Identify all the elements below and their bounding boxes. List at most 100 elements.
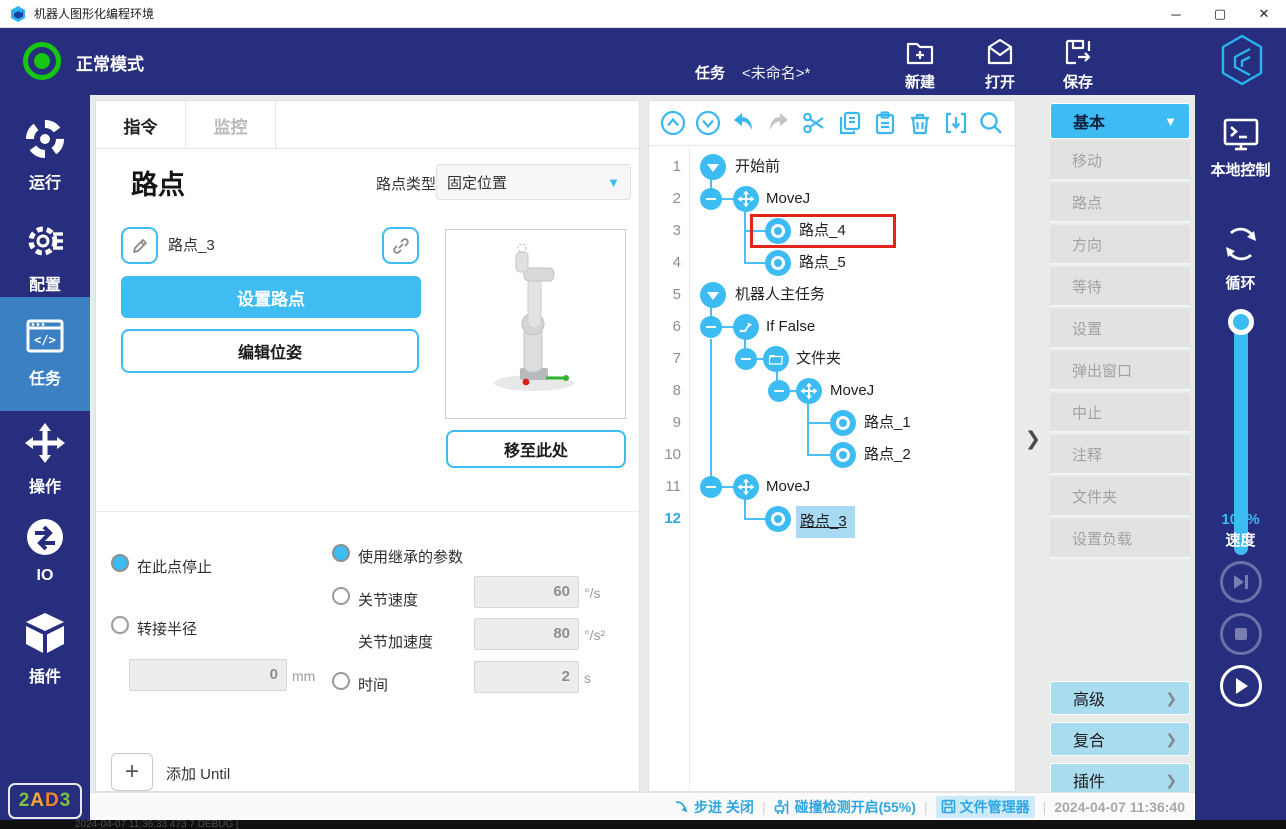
waypoint-type-select[interactable]: 固定位置 ▼ bbox=[436, 164, 631, 200]
tree-row[interactable]: 5 机器人主任务 bbox=[649, 279, 1015, 311]
add-until-button[interactable]: + bbox=[111, 753, 153, 791]
desktop-strip: 2024-04-07 11:36:33 473 7 DEBUG [ bbox=[0, 820, 1286, 829]
tab-instruction[interactable]: 指令 bbox=[96, 101, 186, 149]
step-mode-status[interactable]: 步进 关闭 bbox=[674, 797, 754, 817]
sidebar-item-operate[interactable]: 操作 bbox=[0, 413, 90, 505]
palette-item-abort[interactable]: 中止 bbox=[1050, 393, 1190, 433]
if-icon bbox=[733, 314, 759, 340]
file-manager-button[interactable]: 文件管理器 bbox=[935, 795, 1035, 818]
set-waypoint-button[interactable]: 设置路点 bbox=[121, 276, 421, 318]
sidebar-item-io[interactable]: IO bbox=[0, 507, 90, 593]
sidebar-item-config[interactable]: 配置 bbox=[0, 211, 90, 303]
stop-icon bbox=[1235, 628, 1247, 640]
stop-button[interactable] bbox=[1220, 613, 1262, 655]
time-input[interactable]: 2 bbox=[474, 661, 579, 693]
edit-pose-button[interactable]: 编辑位姿 bbox=[121, 329, 419, 373]
expand-chevron-icon[interactable]: ❯ bbox=[1025, 428, 1041, 451]
robot-arm-image bbox=[494, 243, 574, 391]
sidebar-item-run[interactable]: 运行 bbox=[0, 109, 90, 201]
collapse-icon[interactable] bbox=[700, 282, 726, 308]
tree-row[interactable]: 9 路点_1 bbox=[649, 407, 1015, 439]
palette-item-popup[interactable]: 弹出窗口 bbox=[1050, 351, 1190, 391]
palette-item-wait[interactable]: 等待 bbox=[1050, 267, 1190, 307]
sidebar-item-task[interactable]: </> 任务 bbox=[0, 297, 90, 411]
copy-icon[interactable] bbox=[836, 109, 864, 137]
collapse-icon[interactable] bbox=[700, 154, 726, 180]
tree-row[interactable]: 2 MoveJ bbox=[649, 183, 1015, 215]
tree-row[interactable]: 1 开始前 bbox=[649, 151, 1015, 183]
tree-row[interactable]: 6 If False bbox=[649, 311, 1015, 343]
insert-icon[interactable] bbox=[942, 109, 970, 137]
save-icon bbox=[1065, 39, 1091, 65]
loop-button[interactable]: 循环 bbox=[1195, 222, 1286, 293]
cube-icon bbox=[26, 613, 64, 653]
cut-icon[interactable] bbox=[800, 109, 828, 137]
tab-monitor[interactable]: 监控 bbox=[186, 101, 276, 149]
collapse-minus-icon[interactable] bbox=[700, 316, 722, 338]
redo-icon[interactable] bbox=[765, 109, 793, 137]
local-control-button[interactable]: 本地控制 bbox=[1195, 117, 1286, 180]
sidebar-item-plugin[interactable]: 插件 bbox=[0, 603, 90, 695]
left-sidebar: 运行 配置 </> 任务 操作 IO 插件 2 A D 3 bbox=[0, 95, 90, 820]
play-button[interactable] bbox=[1220, 665, 1262, 707]
undo-icon[interactable] bbox=[729, 109, 757, 137]
move-up-icon[interactable] bbox=[659, 109, 687, 137]
tree-row[interactable]: 11 MoveJ bbox=[649, 471, 1015, 503]
palette-group-composite[interactable]: 复合 ❯ bbox=[1050, 722, 1190, 756]
delete-icon[interactable] bbox=[906, 109, 934, 137]
save-task-button[interactable]: 保存 bbox=[1046, 35, 1110, 92]
robot-status-icon[interactable] bbox=[23, 42, 61, 80]
joint-speed-radio[interactable] bbox=[332, 587, 350, 605]
search-icon[interactable] bbox=[977, 109, 1005, 137]
speed-slider-handle[interactable] bbox=[1228, 309, 1254, 335]
collapse-minus-icon[interactable] bbox=[735, 348, 757, 370]
palette-item-payload[interactable]: 设置负载 bbox=[1050, 519, 1190, 559]
tree-row-selected[interactable]: 12 路点_3 bbox=[649, 503, 1015, 538]
rename-waypoint-button[interactable] bbox=[121, 227, 158, 264]
blend-radius-input[interactable]: 0 bbox=[129, 659, 287, 691]
new-task-button[interactable]: 新建 bbox=[888, 35, 952, 92]
open-task-button[interactable]: 打开 bbox=[968, 35, 1032, 92]
blend-radius-radio[interactable] bbox=[111, 616, 129, 634]
tree-row[interactable]: 4 路点_5 bbox=[649, 247, 1015, 279]
tree-row[interactable]: 8 MoveJ bbox=[649, 375, 1015, 407]
palette-item-waypoint[interactable]: 路点 bbox=[1050, 183, 1190, 223]
move-down-icon[interactable] bbox=[694, 109, 722, 137]
palette-item-direction[interactable]: 方向 bbox=[1050, 225, 1190, 265]
collision-detection-status[interactable]: 碰撞检测开启(55%) bbox=[774, 797, 916, 817]
palette-item-comment[interactable]: 注释 bbox=[1050, 435, 1190, 475]
collapse-minus-icon[interactable] bbox=[768, 380, 790, 402]
time-radio[interactable] bbox=[332, 672, 350, 690]
palette-group-basic[interactable]: 基本 ▼ bbox=[1050, 103, 1190, 139]
palette-item-set[interactable]: 设置 bbox=[1050, 309, 1190, 349]
chevron-right-icon: ❯ bbox=[1165, 771, 1177, 788]
tree-row[interactable]: 7 文件夹 bbox=[649, 343, 1015, 375]
maximize-icon[interactable]: ▢ bbox=[1198, 0, 1242, 28]
folder-icon bbox=[763, 346, 789, 372]
paste-icon[interactable] bbox=[871, 109, 899, 137]
close-icon[interactable]: ✕ bbox=[1242, 0, 1286, 28]
palette-item-move[interactable]: 移动 bbox=[1050, 141, 1190, 181]
palette-item-folder[interactable]: 文件夹 bbox=[1050, 477, 1190, 517]
palette-group-advanced[interactable]: 高级 ❯ bbox=[1050, 681, 1190, 715]
app-window: 机器人图形化编程环境 ─ ▢ ✕ 正常模式 任务 <未命名>* 配置 defau… bbox=[0, 0, 1286, 829]
title-bar: 机器人图形化编程环境 ─ ▢ ✕ bbox=[0, 0, 1286, 28]
collapse-minus-icon[interactable] bbox=[700, 476, 722, 498]
joint-speed-input[interactable]: 60 bbox=[474, 576, 579, 608]
link-waypoint-button[interactable] bbox=[382, 227, 419, 264]
move-here-button[interactable]: 移至此处 bbox=[446, 430, 626, 468]
waypoint-icon bbox=[765, 506, 791, 532]
joint-acc-input[interactable]: 80 bbox=[474, 618, 579, 650]
waypoint-panel: 指令 监控 路点 路点类型 固定位置 ▼ 路点_3 设置路点 编辑位姿 移至此处… bbox=[95, 100, 640, 792]
collapse-minus-icon[interactable] bbox=[700, 188, 722, 210]
version-badge: 2 A D 3 bbox=[8, 783, 82, 819]
step-button[interactable] bbox=[1220, 561, 1262, 603]
command-palette: 基本 ▼ 移动 路点 方向 等待 设置 弹出窗口 中止 注释 文件夹 设置负载 … bbox=[1050, 100, 1190, 797]
minimize-icon[interactable]: ─ bbox=[1154, 0, 1198, 28]
use-inherited-radio[interactable] bbox=[332, 544, 350, 562]
tree-row[interactable]: 10 路点_2 bbox=[649, 439, 1015, 471]
waypoint-type-value: 固定位置 bbox=[447, 174, 508, 192]
movej-icon bbox=[796, 378, 822, 404]
status-bar: 步进 关闭 | 碰撞检测开启(55%) | 文件管理器 | 2024-04-07… bbox=[90, 792, 1195, 820]
stop-here-radio[interactable] bbox=[111, 554, 129, 572]
